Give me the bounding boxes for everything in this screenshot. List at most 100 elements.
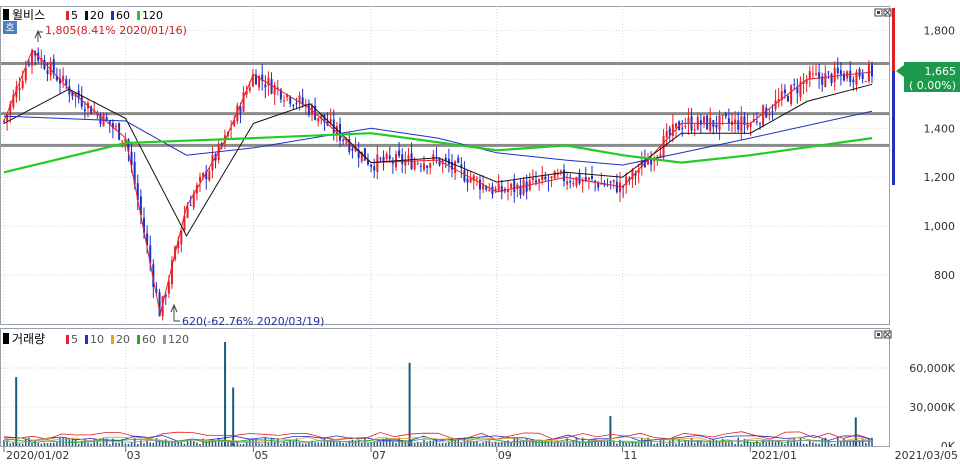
candle-body (186, 206, 189, 218)
candle-body (808, 71, 811, 80)
price-tick-label: 1,400 (924, 122, 956, 135)
candle-body (737, 120, 740, 130)
candle-body (755, 121, 758, 123)
vol-legend-ma5[interactable]: 5 (71, 333, 78, 346)
candle-body (575, 177, 578, 186)
candle-body (587, 177, 590, 180)
vol-legend-swatch-ma60 (137, 335, 140, 344)
candle-body (684, 125, 687, 127)
down-range-bar (892, 71, 895, 185)
candle-body (675, 123, 677, 128)
candle-body (569, 180, 572, 183)
candle-body (578, 173, 581, 184)
candle-body (827, 71, 830, 73)
vol-legend-swatch-ma120 (163, 335, 166, 344)
candle-body (553, 171, 556, 179)
candle-body (416, 163, 419, 165)
candle-body (833, 67, 836, 83)
legend-swatch-ma5 (66, 11, 69, 20)
candle-body (591, 175, 593, 179)
candle-body (376, 154, 379, 172)
candle-body (497, 183, 500, 192)
candle-body (830, 73, 833, 84)
candle-body (488, 189, 491, 192)
candle-body (363, 148, 366, 161)
candle-body (385, 153, 388, 160)
x-tick-label: 05 (254, 449, 268, 462)
volume-y-axis: 60,000K30,000K0K (909, 362, 955, 453)
legend-ma5[interactable]: 5 (71, 9, 78, 22)
candle-body (550, 176, 553, 178)
candle-body (746, 123, 749, 128)
candle-body (475, 178, 478, 180)
legend-swatch-ma120 (137, 11, 140, 20)
candle-body (668, 128, 671, 136)
vol-legend-ma120[interactable]: 120 (168, 333, 189, 346)
x-tick-label: 2021/01 (751, 449, 797, 462)
candle-body (559, 170, 562, 173)
candle-body (463, 169, 466, 182)
x-tick-label-end: 2021/03/05 (895, 449, 958, 462)
candle-body (609, 181, 612, 183)
candle-body (105, 117, 108, 120)
legend-ma20[interactable]: 20 (90, 9, 104, 22)
candle-body (740, 116, 743, 132)
candle-body (83, 109, 86, 112)
candle-body (715, 124, 718, 128)
candle-body (839, 70, 842, 75)
candle-body (581, 180, 584, 182)
candle-body (615, 181, 618, 193)
candle-body (531, 178, 534, 181)
badge-text: 호 (5, 22, 14, 34)
current-change: ( 0.00%) (909, 79, 956, 92)
vol-legend-ma60[interactable]: 60 (142, 333, 156, 346)
up-range-bar (892, 8, 895, 71)
candle-body (790, 85, 793, 105)
candle-body (345, 142, 348, 144)
vol-legend-ma20[interactable]: 20 (116, 333, 130, 346)
candle-body (811, 73, 814, 75)
vol-legend-ma10[interactable]: 10 (90, 333, 104, 346)
candle-body (317, 117, 320, 122)
candle-body (693, 129, 696, 131)
candle-body (479, 179, 481, 190)
legend-ma120[interactable]: 120 (142, 9, 163, 22)
candle-body (370, 164, 373, 167)
candle-body (544, 176, 547, 180)
candle-body (824, 73, 827, 88)
price-tick-label: 800 (934, 269, 955, 282)
candle-body (619, 182, 621, 193)
candle-body (849, 70, 852, 82)
candle-body (121, 140, 124, 142)
candle-body (566, 181, 569, 185)
legend-swatch-ma60 (111, 11, 114, 20)
candle-body (413, 161, 416, 170)
maximize-icon-inner (877, 11, 880, 14)
candle-body (843, 73, 845, 81)
legend-ma60[interactable]: 60 (116, 9, 130, 22)
volume-series-name: 거래량 (12, 332, 45, 346)
volume-panel-marker (3, 333, 9, 344)
candle-body (423, 163, 425, 170)
legend-swatch-ma20 (85, 11, 88, 20)
candle-body (864, 81, 867, 83)
candle-body (43, 59, 46, 70)
candle-body (749, 123, 752, 128)
candle-body (709, 117, 712, 132)
candle-body (771, 110, 774, 112)
candle-body (861, 73, 864, 80)
candle-body (699, 120, 702, 125)
candle-body (765, 107, 768, 118)
candle-body (18, 87, 21, 91)
candle-body (681, 128, 684, 130)
candle-body (759, 123, 761, 125)
candle-body (295, 102, 298, 104)
candle-body (466, 178, 469, 183)
candle-body (115, 126, 117, 128)
candle-body (189, 204, 192, 206)
candle-body (388, 155, 391, 159)
candle-body (454, 161, 457, 174)
candle-body (631, 169, 634, 180)
candle-body (563, 169, 565, 182)
candle-body (351, 148, 354, 151)
